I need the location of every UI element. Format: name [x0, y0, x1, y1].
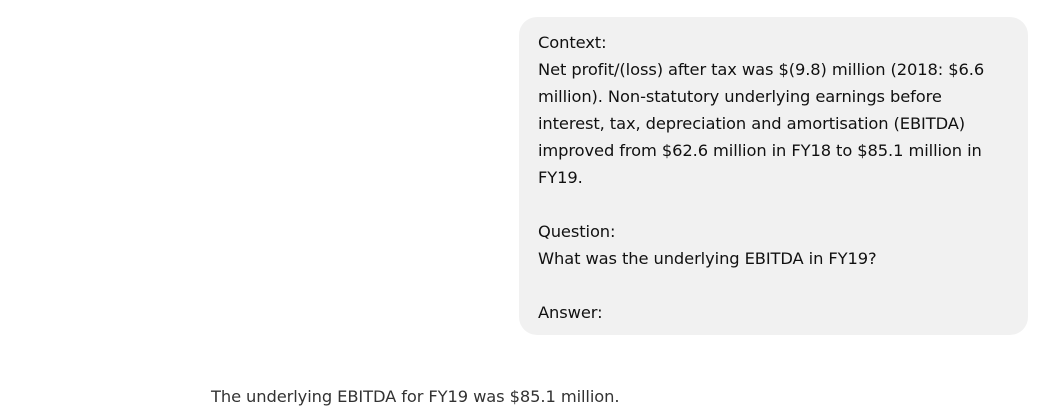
assistant-message: The underlying EBITDA for FY19 was $85.1… — [211, 387, 620, 406]
chat-transcript: Context: Net profit/(loss) after tax was… — [0, 0, 1062, 419]
user-message-bubble: Context: Net profit/(loss) after tax was… — [519, 17, 1028, 335]
